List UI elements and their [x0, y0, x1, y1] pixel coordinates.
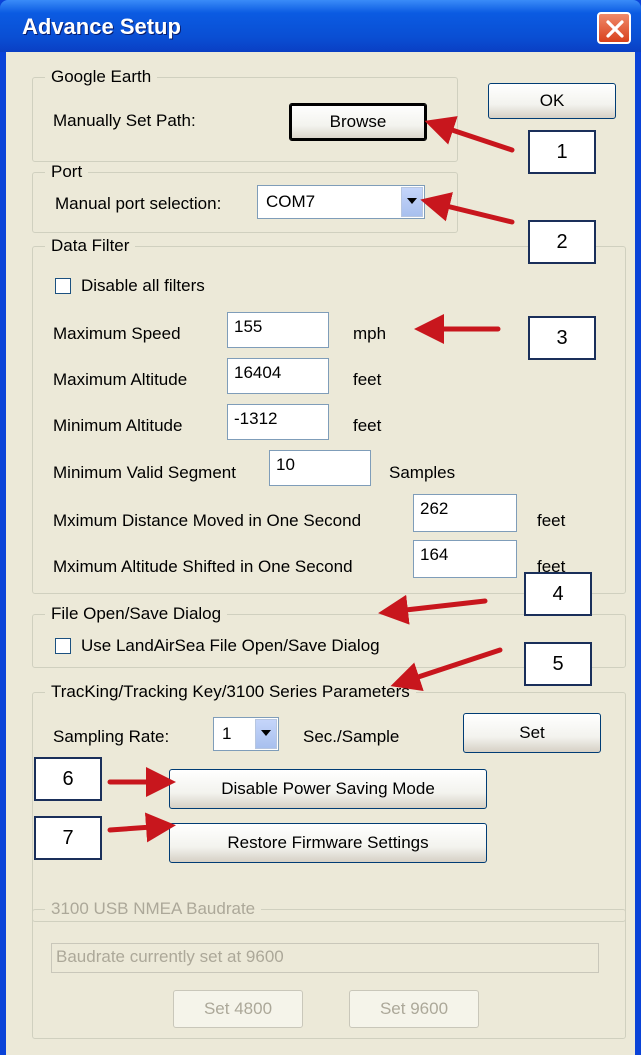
arrow-7 [107, 812, 176, 843]
arrow-2 [420, 192, 515, 225]
arrow-5 [390, 647, 503, 691]
annotation-arrows [107, 116, 515, 843]
arrow-1 [424, 116, 515, 153]
arrow-4 [378, 594, 488, 625]
